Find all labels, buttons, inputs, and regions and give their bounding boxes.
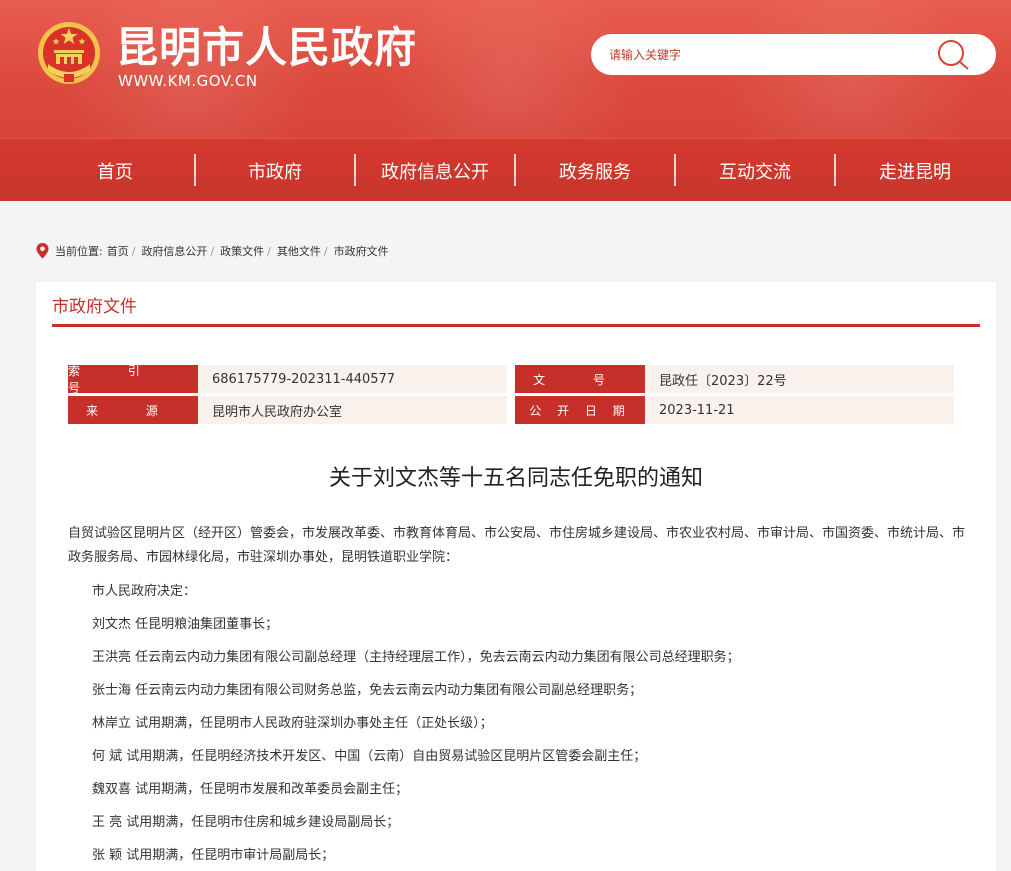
nav-item-home[interactable]: 首页 bbox=[35, 139, 195, 202]
nav-item-city-government[interactable]: 市政府 bbox=[195, 139, 355, 202]
document-meta-table: 索 引 号 686175779-202311-440577 文 号 昆政任〔20… bbox=[68, 364, 954, 427]
national-emblem-icon[interactable] bbox=[36, 20, 102, 86]
nav-item-government-services[interactable]: 政务服务 bbox=[515, 139, 675, 202]
nav-item-info-disclosure[interactable]: 政府信息公开 bbox=[355, 139, 515, 202]
search-input[interactable] bbox=[609, 42, 929, 68]
document-paragraph: 林岸立 试用期满，任昆明市人民政府驻深圳办事处主任（正处长级）； bbox=[92, 716, 493, 731]
location-pin-icon bbox=[36, 243, 49, 259]
meta-value-index: 686175779-202311-440577 bbox=[198, 365, 507, 393]
meta-label-doc-number: 文 号 bbox=[515, 365, 645, 393]
breadcrumb-separator: / bbox=[210, 244, 215, 258]
document-paragraph: 何 斌 试用期满，任昆明经济技术开发区、中国（云南）自由贸易试验区昆明片区管委会… bbox=[92, 749, 647, 764]
breadcrumb: 当前位置: 首页 / 政府信息公开 / 政策文件 / 其他文件 / 市政府文件 bbox=[36, 240, 389, 262]
site-header: 昆明市人民政府 WWW.KM.GOV.CN bbox=[0, 0, 1011, 138]
document-paragraph: 王洪亮 任云南云内动力集团有限公司副总经理（主持经理层工作），免去云南云内动力集… bbox=[92, 650, 740, 665]
document-paragraph: 张 颖 试用期满，任昆明市审计局副局长； bbox=[92, 848, 335, 863]
meta-value-source: 昆明市人民政府办公室 bbox=[198, 396, 507, 424]
site-domain: WWW.KM.GOV.CN bbox=[118, 72, 258, 90]
document-body: 自贸试验区昆明片区（经开区）管委会，市发展改革委、市教育体育局、市公安局、市住房… bbox=[68, 522, 968, 868]
document-paragraph: 王 亮 试用期满，任昆明市住房和城乡建设局副局长； bbox=[92, 815, 400, 830]
meta-label-source: 来 源 bbox=[68, 396, 198, 424]
breadcrumb-link-home[interactable]: 首页 bbox=[107, 243, 129, 259]
main-nav: 首页 市政府 政府信息公开 政务服务 互动交流 走进昆明 bbox=[0, 138, 1011, 201]
section-title: 市政府文件 bbox=[52, 297, 137, 317]
section-divider bbox=[52, 324, 980, 327]
nav-item-about-kunming[interactable]: 走进昆明 bbox=[835, 139, 995, 202]
nav-item-interaction[interactable]: 互动交流 bbox=[675, 139, 835, 202]
breadcrumb-link-city-gov-docs[interactable]: 市政府文件 bbox=[334, 243, 389, 259]
breadcrumb-label: 当前位置: bbox=[55, 245, 103, 258]
breadcrumb-separator: / bbox=[323, 244, 328, 258]
search-icon[interactable] bbox=[936, 38, 972, 72]
document-paragraph: 市人民政府决定： bbox=[92, 584, 197, 599]
meta-label-index: 索 引 号 bbox=[68, 364, 198, 395]
document-recipients: 自贸试验区昆明片区（经开区）管委会，市发展改革委、市教育体育局、市公安局、市住房… bbox=[68, 526, 966, 565]
meta-label-publish-date: 公 开 日 期 bbox=[515, 396, 645, 424]
document-paragraph: 刘文杰 任昆明粮油集团董事长； bbox=[92, 617, 279, 632]
breadcrumb-separator: / bbox=[131, 244, 136, 258]
meta-row: 索 引 号 686175779-202311-440577 文 号 昆政任〔20… bbox=[68, 364, 954, 396]
breadcrumb-link-other-docs[interactable]: 其他文件 bbox=[277, 243, 321, 259]
breadcrumb-separator: / bbox=[267, 244, 271, 258]
document-paragraph: 张士海 任云南云内动力集团有限公司财务总监，免去云南云内动力集团有限公司副总经理… bbox=[92, 683, 643, 698]
document-paragraph: 魏双喜 试用期满，任昆明市发展和改革委员会副主任； bbox=[92, 782, 409, 797]
meta-value-doc-number: 昆政任〔2023〕22号 bbox=[645, 365, 954, 393]
breadcrumb-link-policy-docs[interactable]: 政策文件 bbox=[220, 243, 264, 259]
meta-value-publish-date: 2023-11-21 bbox=[645, 396, 954, 424]
breadcrumb-link-info-disclosure[interactable]: 政府信息公开 bbox=[141, 243, 207, 259]
document-title: 关于刘文杰等十五名同志任免职的通知 bbox=[328, 466, 703, 491]
site-name[interactable]: 昆明市人民政府 bbox=[116, 14, 417, 75]
meta-row: 来 源 昆明市人民政府办公室 公 开 日 期 2023-11-21 bbox=[68, 396, 954, 427]
content-card: 市政府文件 索 引 号 686175779-202311-440577 文 号 … bbox=[36, 282, 996, 871]
